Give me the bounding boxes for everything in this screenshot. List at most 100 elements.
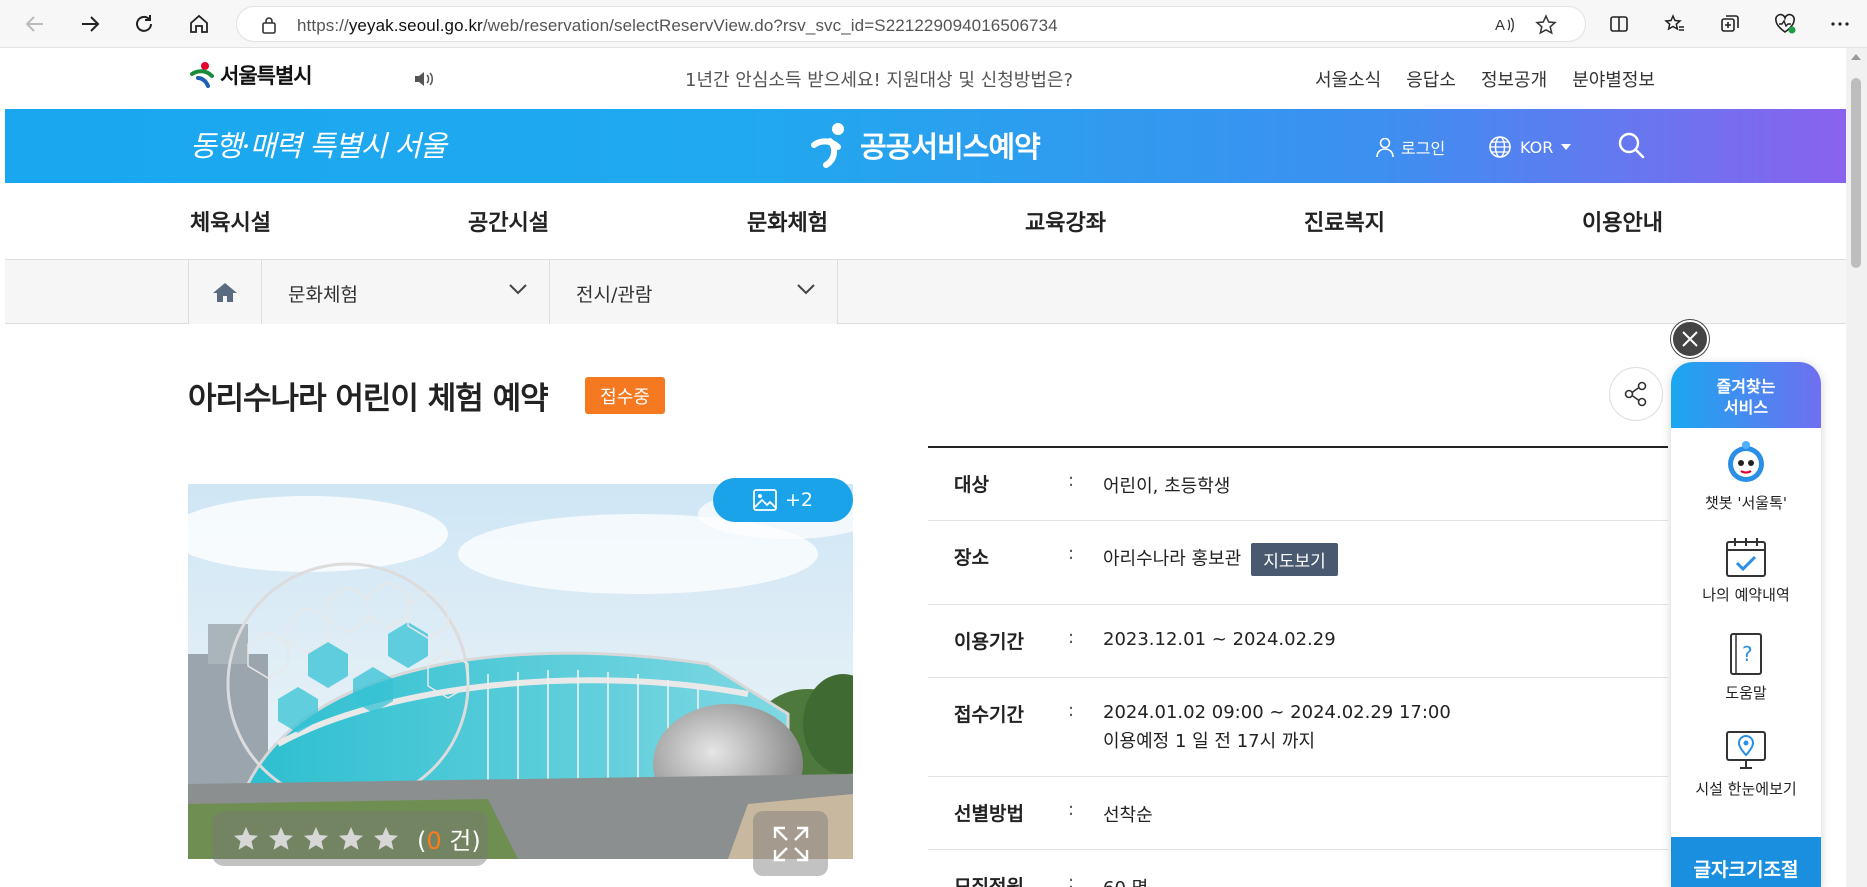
info-row-target: 대상 : 어린이, 초등학생: [928, 448, 1668, 521]
user-icon: [1376, 137, 1394, 158]
read-aloud-icon[interactable]: A: [1494, 14, 1516, 36]
service-brand-text: 공공서비스예약: [860, 130, 1041, 164]
chatbot-icon: [1728, 441, 1764, 482]
search-icon[interactable]: [1617, 131, 1645, 159]
info-value: 선착순: [1103, 805, 1153, 826]
photo-expand-button[interactable]: [753, 811, 828, 876]
language-select[interactable]: KOR: [1488, 135, 1572, 159]
favorites-button[interactable]: [1660, 9, 1690, 39]
notice-text[interactable]: 1년간 안심소득 받으세요! 지원대상 및 신청방법은?: [685, 66, 1073, 92]
fav-my-reservations-label: 나의 예약내역: [1702, 586, 1790, 604]
forward-button[interactable]: [75, 9, 105, 39]
browser-essentials-button[interactable]: [1770, 9, 1800, 39]
font-size-adjust-button[interactable]: 글자크기조절: [1671, 837, 1821, 887]
fav-facility-overview[interactable]: 시설 한눈에보기: [1671, 728, 1821, 799]
split-screen-button[interactable]: [1604, 9, 1634, 39]
back-arrow-icon: [25, 16, 43, 32]
util-link-response[interactable]: 응답소: [1406, 66, 1456, 92]
gnb-culture[interactable]: 문화체험: [747, 205, 828, 237]
facility-photo[interactable]: [188, 484, 853, 859]
home-icon: [213, 283, 237, 302]
seoul-slogan: 동행·매력 특별시 서울: [190, 129, 447, 163]
info-value: 어린이, 초등학생: [1103, 476, 1231, 497]
header-banner: 동행·매력 특별시 서울 공공서비스예약 로그인 KOR: [5, 109, 1846, 183]
info-label: 선별방법: [954, 803, 1024, 825]
service-brand-logo[interactable]: 공공서비스예약: [810, 121, 1041, 169]
info-row-application-period: 접수기간 : 2024.01.02 09:00 ~ 2024.02.29 17:…: [928, 678, 1668, 777]
photo-gallery-button[interactable]: +2: [713, 478, 853, 522]
gnb-spaces[interactable]: 공간시설: [468, 205, 549, 237]
monitor-location-icon: [1726, 731, 1766, 769]
scrollbar-thumb[interactable]: [1851, 78, 1861, 268]
scroll-up-arrow-icon[interactable]: [1851, 54, 1861, 60]
info-colon: :: [1068, 543, 1075, 564]
rating-display: (0 건): [212, 811, 488, 866]
info-row-capacity: 모집정원 : 60 명: [928, 850, 1668, 887]
favorites-list-icon: [1664, 14, 1684, 31]
globe-icon: [1489, 136, 1511, 158]
breadcrumb-category-select[interactable]: 문화체험: [262, 260, 550, 324]
chevron-down-icon: [509, 284, 527, 295]
seoul-logo-mark-icon: [190, 62, 214, 88]
gnb-guide[interactable]: 이용안내: [1582, 205, 1663, 237]
login-label: 로그인: [1401, 139, 1446, 158]
share-icon: [1624, 381, 1647, 407]
util-link-field-info[interactable]: 분야별정보: [1572, 66, 1655, 92]
fav-my-reservations[interactable]: 나의 예약내역: [1671, 536, 1821, 605]
gnb-medical[interactable]: 진료복지: [1304, 205, 1385, 237]
collections-button[interactable]: [1715, 9, 1745, 39]
calendar-check-icon: [1726, 538, 1766, 577]
breadcrumb-home[interactable]: [188, 260, 262, 324]
review-count: (0 건): [417, 827, 481, 855]
speaker-icon: [415, 72, 433, 86]
lock-icon: [262, 17, 276, 34]
help-book-icon: ?: [1730, 633, 1762, 675]
svg-text:A: A: [1495, 17, 1505, 34]
fav-help[interactable]: ? 도움말: [1671, 632, 1821, 703]
info-value: 60 명: [1103, 874, 1148, 887]
utility-links: 서울소식 응답소 정보공개 분야별정보: [1315, 66, 1655, 92]
util-link-news[interactable]: 서울소식: [1315, 66, 1381, 92]
page-scrollbar[interactable]: [1846, 48, 1867, 887]
seoul-logo-text: 서울특별시: [220, 64, 313, 88]
fav-chatbot[interactable]: 챗봇 '서울톡': [1671, 440, 1821, 513]
breadcrumb-subcategory-label: 전시/관람: [576, 284, 653, 306]
page-title: 아리수나라 어린이 체험 예약: [188, 381, 549, 417]
info-label: 접수기간: [954, 704, 1024, 726]
util-link-disclosure[interactable]: 정보공개: [1481, 66, 1547, 92]
forward-arrow-icon: [82, 16, 100, 32]
info-value: 아리수나라 홍보관 지도보기: [1103, 543, 1338, 576]
reservation-info-table: 대상 : 어린이, 초등학생 장소 : 아리수나라 홍보관 지도보기 이용기간 :…: [928, 446, 1668, 887]
rating-stars-icon: [234, 826, 398, 850]
reload-icon: [136, 15, 152, 32]
more-menu-button[interactable]: [1825, 9, 1855, 39]
building-photo-image: [188, 484, 853, 859]
share-button[interactable]: [1609, 367, 1663, 421]
language-label: KOR: [1520, 137, 1554, 157]
address-bar[interactable]: https://yeyak.seoul.go.kr/web/reservatio…: [236, 6, 1586, 42]
seoul-logo[interactable]: 서울특별시: [188, 60, 313, 90]
collections-icon: [1721, 15, 1739, 32]
split-screen-icon: [1610, 16, 1628, 32]
home-button[interactable]: [184, 9, 214, 39]
login-link[interactable]: 로그인: [1375, 135, 1445, 159]
gnb-education[interactable]: 교육강좌: [1025, 205, 1106, 237]
home-icon: [190, 14, 208, 33]
info-colon: :: [1068, 799, 1075, 820]
favorite-star-icon[interactable]: [1535, 14, 1557, 36]
reload-button[interactable]: [129, 9, 159, 39]
favorites-close-button[interactable]: [1671, 320, 1709, 358]
url-text: https://yeyak.seoul.go.kr/web/reservatio…: [297, 16, 1058, 35]
browser-toolbar: https://yeyak.seoul.go.kr/web/reservatio…: [0, 0, 1867, 48]
gnb-sports[interactable]: 체육시설: [190, 205, 271, 237]
info-row-selection-method: 선별방법 : 선착순: [928, 777, 1668, 850]
brand-person-icon: [811, 123, 844, 168]
expand-icon: [773, 826, 808, 861]
breadcrumb-category-label: 문화체험: [288, 284, 358, 306]
svg-text:?: ?: [1742, 642, 1753, 666]
caret-down-icon: [1561, 144, 1572, 150]
map-view-button[interactable]: 지도보기: [1251, 543, 1338, 576]
breadcrumb-subcategory-select[interactable]: 전시/관람: [550, 260, 838, 324]
info-label: 모집정원: [954, 876, 1024, 887]
back-button[interactable]: [20, 9, 50, 39]
